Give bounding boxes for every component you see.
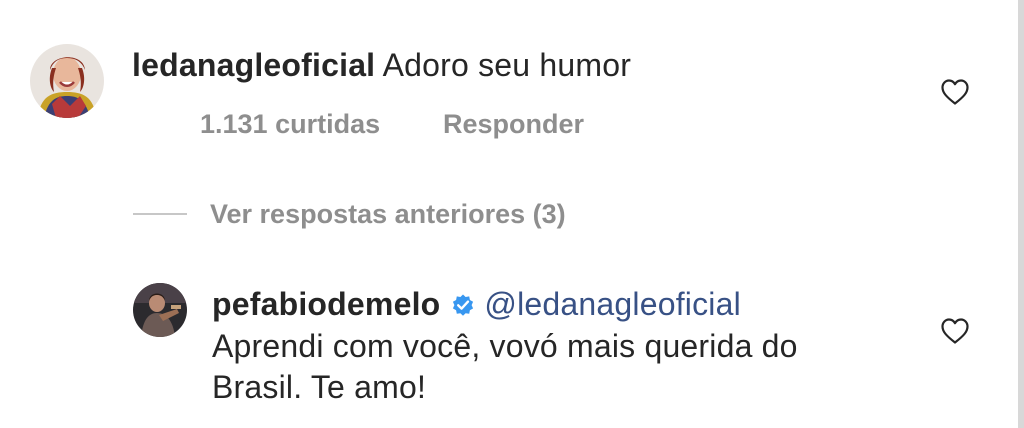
window-edge (1018, 0, 1024, 428)
comment-username[interactable]: ledanagleoficial (132, 47, 375, 83)
comment-text: Adoro seu humor (382, 47, 632, 83)
avatar-photo (133, 283, 187, 337)
avatar-photo (30, 44, 104, 118)
comment-text-line: ledanagleoficial Adoro seu humor (132, 45, 631, 85)
reply-button[interactable]: Responder (443, 108, 584, 140)
likes-count[interactable]: 1.131 curtidas (200, 108, 380, 140)
heart-outline-icon[interactable] (940, 317, 970, 345)
avatar[interactable] (133, 283, 187, 337)
reply-text-line-2: Brasil. Te amo! (212, 369, 427, 405)
reply-username[interactable]: pefabiodemelo (212, 286, 440, 322)
reply-header-line: pefabiodemelo @ledanagleoficial (212, 284, 741, 324)
thread-divider (133, 213, 187, 215)
view-previous-replies-button[interactable]: Ver respostas anteriores (3) (210, 198, 566, 230)
reply-text-line-1: Aprendi com você, vovó mais querida do (212, 328, 798, 364)
mention-link[interactable]: @ledanagleoficial (484, 286, 741, 322)
avatar[interactable] (30, 44, 104, 118)
heart-outline-icon[interactable] (940, 78, 970, 106)
verified-badge-icon (450, 292, 476, 318)
